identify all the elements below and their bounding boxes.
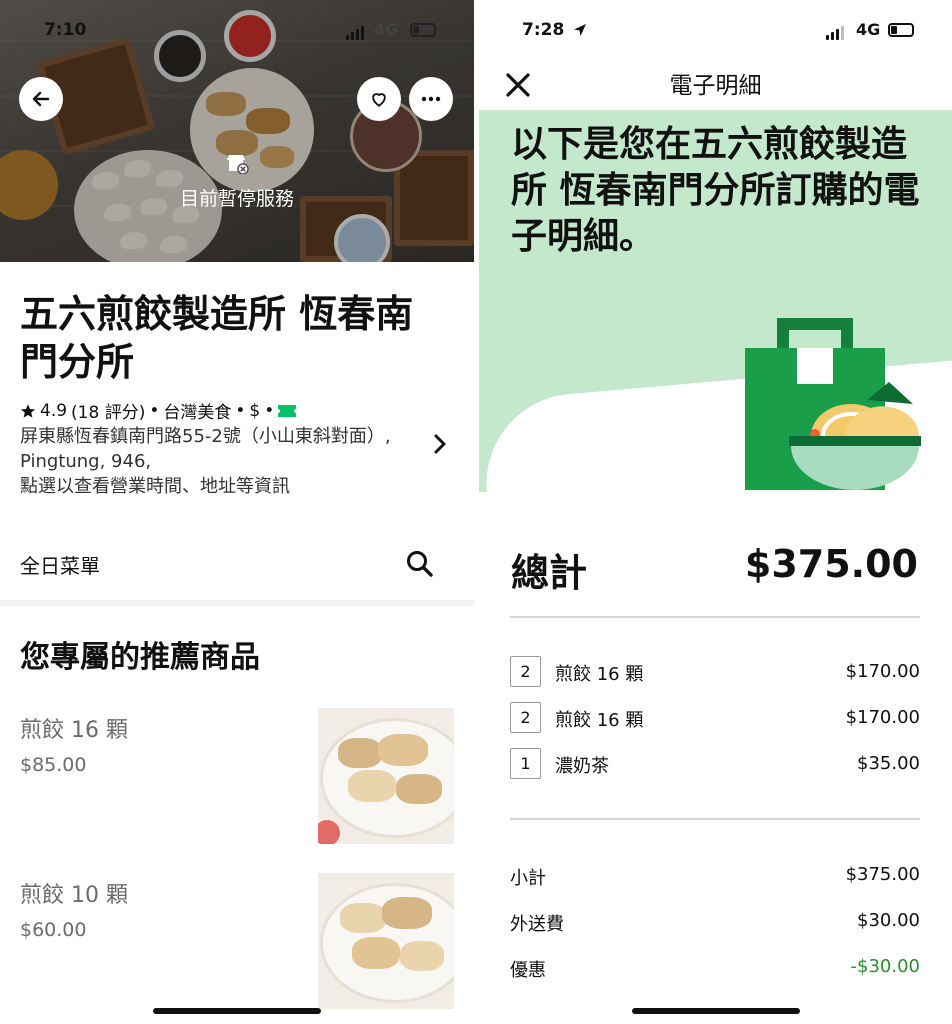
location-arrow-icon	[574, 24, 586, 36]
order-line-item: 2 煎餃 16 顆 $170.00	[510, 656, 920, 688]
line-item-name: 煎餃 16 顆	[555, 710, 644, 731]
divider	[510, 616, 920, 618]
chevron-right-icon[interactable]	[432, 432, 448, 456]
more-options-button[interactable]	[409, 77, 453, 121]
menu-item[interactable]: 煎餃 16 顆 $85.00	[0, 708, 474, 852]
network-label: 4G	[856, 20, 881, 39]
status-time: 7:10	[44, 20, 87, 40]
store-screen: 7:10 4G 目前暫停服務 五六煎餃製造所 恆春南門分所 4.9 (18 評分…	[0, 0, 474, 1024]
store-closed-icon	[227, 155, 249, 175]
cellular-signal-icon	[826, 26, 846, 40]
section-divider	[0, 600, 474, 606]
receipt-header-title: 電子明細	[669, 73, 762, 99]
back-arrow-icon	[32, 91, 50, 107]
order-line-item: 2 煎餃 16 顆 $170.00	[510, 702, 920, 734]
status-time: 7:28	[522, 20, 565, 40]
discount-label: 優惠	[510, 960, 546, 981]
search-icon[interactable]	[404, 548, 436, 580]
order-line-item: 1 濃奶茶 $35.00	[510, 748, 920, 780]
uber-one-icon	[278, 404, 297, 417]
home-indicator	[153, 1008, 321, 1014]
store-address: 屏東縣恆春鎮南門路55-2號（小山東斜對面）, Pingtung, 946,	[20, 426, 391, 472]
rating-value: 4.9	[40, 400, 68, 421]
menu-selector[interactable]: 全日菜單	[20, 550, 100, 579]
menu-item-name: 煎餃 16 顆	[20, 718, 128, 743]
subtotal-label: 小計	[510, 868, 546, 889]
status-bar: 7:28 4G	[479, 20, 952, 44]
paused-label: 目前暫停服務	[179, 188, 294, 210]
back-button[interactable]	[19, 77, 63, 121]
divider	[510, 818, 920, 820]
store-name: 五六煎餃製造所 恆春南門分所	[20, 292, 414, 384]
line-item-quantity: 2	[510, 656, 541, 687]
line-item-amount: $35.00	[857, 753, 920, 774]
line-item-name: 煎餃 16 顆	[555, 664, 644, 685]
subtotal-row: 小計 $375.00	[510, 864, 920, 892]
recommended-title: 您專屬的推薦商品	[20, 640, 260, 675]
line-item-amount: $170.00	[845, 707, 920, 728]
battery-icon	[888, 23, 914, 37]
menu-item-price: $60.00	[20, 919, 87, 941]
line-item-quantity: 2	[510, 702, 541, 733]
battery-icon	[410, 23, 436, 37]
line-item-name: 濃奶茶	[555, 756, 609, 777]
star-icon	[21, 403, 35, 418]
rating-count: (18 評分)	[71, 403, 146, 423]
line-item-amount: $170.00	[845, 661, 920, 682]
more-icon	[421, 96, 441, 102]
receipt-screen: 7:28 4G 電子明細 以下是您在五六煎餃製造所 恆春南門分所訂購的電子明細。…	[479, 0, 952, 1024]
store-info-link[interactable]: 屏東縣恆春鎮南門路55-2號（小山東斜對面）, Pingtung, 946, 點…	[20, 424, 420, 499]
home-indicator	[632, 1008, 800, 1014]
status-bar: 7:10 4G	[0, 20, 474, 44]
cellular-signal-icon	[346, 26, 366, 40]
cuisine-label: 台灣美食	[163, 403, 232, 423]
store-meta: 4.9 (18 評分) • 台灣美食 • $ •	[20, 398, 297, 423]
heart-icon	[372, 93, 386, 107]
receipt-headline: 以下是您在五六煎餃製造所 恆春南門分所訂購的電子明細。	[511, 124, 920, 257]
line-item-quantity: 1	[510, 748, 541, 779]
store-paused-notice: 目前暫停服務	[0, 152, 474, 211]
favorite-button[interactable]	[357, 77, 401, 121]
menu-item-photo	[318, 708, 454, 844]
menu-item[interactable]: 煎餃 10 顆 $60.00	[0, 873, 474, 1017]
subtotal-value: $375.00	[845, 864, 920, 885]
discount-value: -$30.00	[850, 956, 920, 977]
menu-item-name: 煎餃 10 顆	[20, 883, 128, 908]
discount-row: 優惠 -$30.00	[510, 956, 920, 984]
total-label: 總計	[511, 551, 588, 595]
store-info-hint: 點選以查看營業時間、地址等資訊	[20, 476, 290, 497]
delivery-fee-label: 外送費	[510, 914, 564, 935]
bag-illustration	[745, 318, 921, 490]
price-level: $	[249, 400, 261, 421]
delivery-fee-value: $30.00	[857, 910, 920, 931]
menu-item-price: $85.00	[20, 754, 87, 776]
network-label: 4G	[374, 20, 399, 39]
delivery-fee-row: 外送費 $30.00	[510, 910, 920, 938]
menu-item-photo	[318, 873, 454, 1009]
total-value: $375.00	[744, 542, 918, 586]
